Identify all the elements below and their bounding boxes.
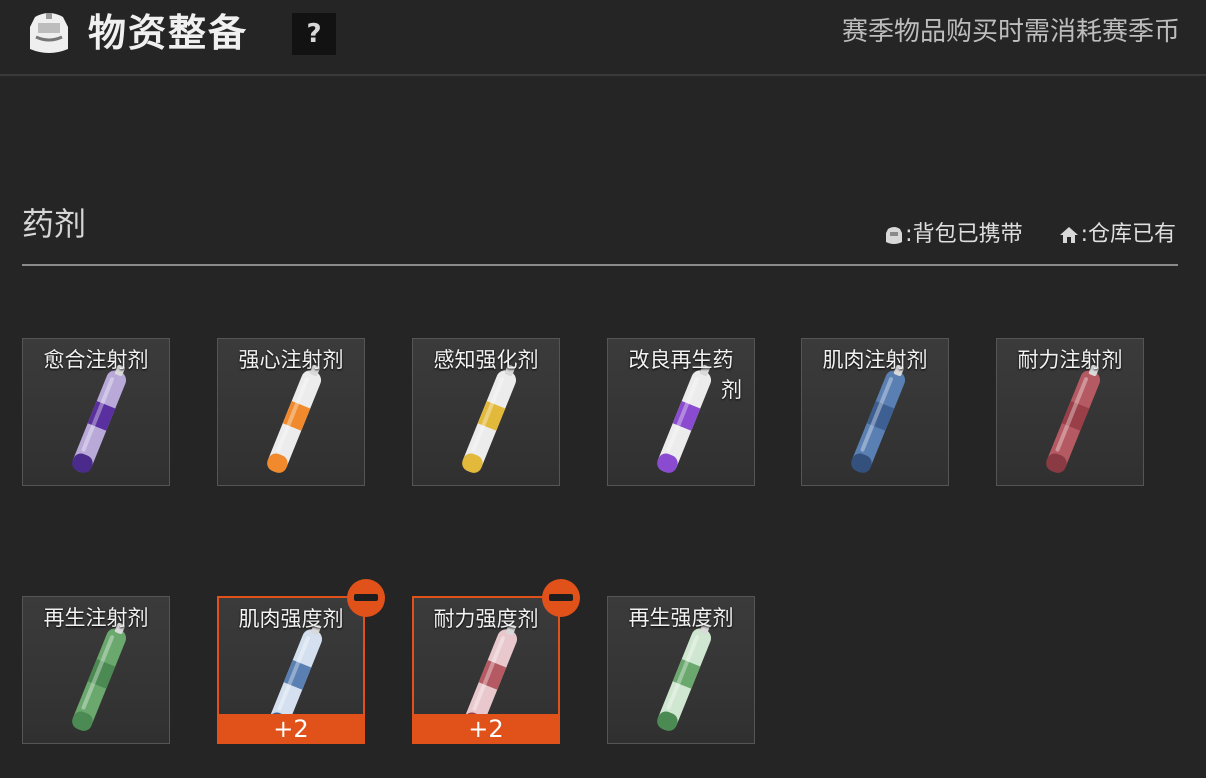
quantity-badge: +2: [217, 714, 365, 744]
item-slot-regen-injector[interactable]: 再生注射剂: [22, 596, 170, 744]
item-slot-muscle-injector[interactable]: 肌肉注射剂: [801, 338, 949, 486]
item-name: 耐力强度剂: [433, 607, 539, 631]
item-slot-stamina-injector[interactable]: 耐力注射剂: [996, 338, 1144, 486]
legend-warehouse: :仓库已有: [1059, 218, 1176, 252]
section-divider: [22, 264, 1178, 266]
item-name: 再生注射剂: [43, 606, 149, 630]
legend: :背包已携带 :仓库已有: [849, 218, 1176, 252]
header-bar: 物资整备 ? 赛季物品购买时需消耗赛季币: [0, 0, 1206, 76]
item-slot-perception-booster[interactable]: 感知强化剂: [412, 338, 560, 486]
item-name: 愈合注射剂: [43, 348, 149, 372]
remove-muscle-strength-button[interactable]: [347, 579, 385, 617]
item-slot-healing-injector[interactable]: 愈合注射剂: [22, 338, 170, 486]
page-title: 物资整备: [88, 11, 249, 55]
remove-stamina-strength-button[interactable]: [542, 579, 580, 617]
legend-warehouse-label: :仓库已有: [1080, 222, 1176, 247]
backpack-icon: [30, 13, 68, 53]
item-name: 耐力注射剂: [1017, 348, 1123, 372]
backpack-icon: [886, 227, 903, 244]
help-button[interactable]: ?: [292, 13, 336, 55]
item-name: 感知强化剂: [433, 348, 539, 372]
item-slot-stamina-strength[interactable]: 耐力强度剂 +2: [412, 596, 560, 744]
season-currency-note: 赛季物品购买时需消耗赛季币: [841, 17, 1180, 47]
item-slot-muscle-strength[interactable]: 肌肉强度剂 +2: [217, 596, 365, 744]
quantity-badge: +2: [412, 714, 560, 744]
item-name: 强心注射剂: [238, 348, 344, 372]
item-name-line2: 剂: [721, 378, 742, 402]
legend-backpack-label: :背包已携带: [905, 222, 1023, 247]
house-icon: [1059, 227, 1078, 243]
item-name: 再生强度剂: [628, 606, 734, 630]
item-slot-regen-strength[interactable]: 再生强度剂: [607, 596, 755, 744]
item-name: 肌肉强度剂: [238, 607, 344, 631]
section-title-medicine: 药剂: [22, 205, 87, 243]
item-name: 肌肉注射剂: [822, 348, 928, 372]
item-name: 改良再生药: [628, 348, 734, 372]
item-slot-cardiac-injector[interactable]: 强心注射剂: [217, 338, 365, 486]
legend-backpack: :背包已携带: [885, 218, 1023, 252]
item-slot-improved-regen[interactable]: 改良再生药剂: [607, 338, 755, 486]
